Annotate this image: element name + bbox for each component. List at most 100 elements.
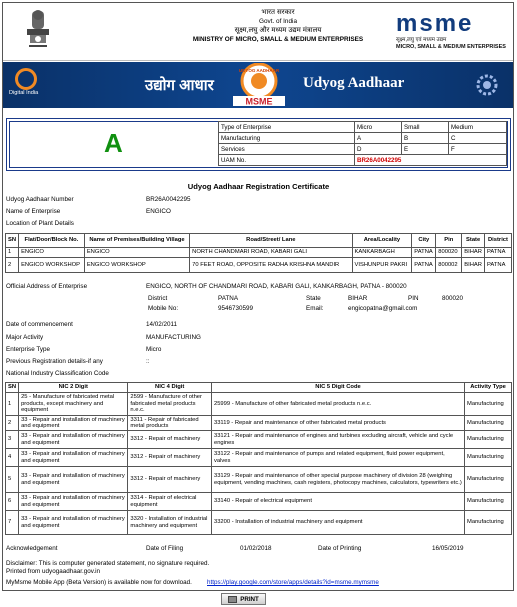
filing-label: Date of Filing [146,545,184,552]
cell: Manufacturing [464,448,512,467]
printing-value: 16/05/2019 [432,545,464,552]
msme-logo-icon: msme सूक्ष्म,लघु एवं मध्यम उद्यम MICRO, … [396,11,506,57]
cell: 1 [4,247,20,258]
cell: PATNA [483,247,513,258]
table-row: 1 ENGICO ENGICO NORTH CHANDMARI ROAD, KA… [4,247,513,258]
print-button[interactable]: PRINT [221,593,266,605]
cell: 33129 - Repair and maintenance of other … [210,466,466,493]
table-row: 2 ENGICO WORKSHOP ENGICO WORKSHOP 70 FEE… [4,257,513,273]
ministry-en: MINISTRY OF MICRO, SMALL & MEDIUM ENTERP… [192,36,364,43]
plant-table-header: SN Flat/Door/Block No. Name of Premises/… [4,233,513,248]
udyog-aadhaar-banner: Digital India उद्योग आधार UDYOG AADHAAR … [3,62,513,108]
cell: NORTH CHANDMARI ROAD, KABARI GALI [189,247,353,258]
district-value: PATNA [218,295,239,302]
digital-india-icon: Digital India [9,68,59,97]
uan-value: BR26A0042295 [146,196,191,203]
col-header: NIC 5 Digit Code [210,382,466,393]
cell: Manufacturing [464,430,512,449]
seal-top-text: UDYOG AADHAAR [239,68,280,73]
cell: 33 - Repair and installation of machiner… [18,448,129,467]
cell: Manufacturing [464,466,512,493]
cell: 33200 - Installation of industrial machi… [210,510,466,535]
cell: 3 [4,430,20,449]
enterprise-name-label: Name of Enterprise [6,208,61,215]
cell: 800020 [435,247,463,258]
table-row: 3 33 - Repair and installation of machin… [4,430,512,449]
msme-hindi: सूक्ष्म,लघु एवं मध्यम उद्यम [396,37,447,43]
print-button-label: PRINT [240,596,259,603]
ent-cell: B [401,132,449,144]
ent-cell: C [448,132,507,144]
udyog-aadhaar-seal-icon: UDYOG AADHAAR MSME [233,63,285,107]
cell: 25 - Manufacture of fabricated metal pro… [18,392,129,416]
commencement-label: Date of commencement [6,321,73,328]
cell: 33 - Repair and installation of machiner… [18,492,129,511]
ent-cell: Medium [448,121,507,133]
col-header: District [483,233,513,248]
enterprise-category-letter: A [104,128,123,158]
cell: ENGICO [83,247,191,258]
enterprise-type-value: Micro [146,346,162,353]
ent-cell: Micro [354,121,402,133]
cell: 33119 - Repair and maintenance of other … [210,415,466,431]
cell: 6 [4,492,20,511]
gov-en: Govt. of India [258,18,297,25]
table-row: 4 33 - Repair and installation of machin… [4,448,512,467]
ent-cell: A [354,132,402,144]
cell: 3320 - Installation of industrial machin… [127,510,212,535]
location-label: Location of Plant Details [6,220,74,227]
gov-hindi: भारत सरकार [261,9,295,16]
msme-en: MICRO, SMALL & MEDIUM ENTERPRISES [396,44,506,50]
nic-table: SN NIC 2 Digit NIC 4 Digit NIC 5 Digit C… [4,382,512,535]
cell: 33 - Repair and installation of machiner… [18,510,129,535]
table-row: 7 33 - Repair and installation of machin… [4,510,512,535]
cell: 3314 - Repair of electrical equipment [127,492,212,511]
acknowledgement-label: Acknowledgement [6,545,58,552]
col-header: NIC 4 Digit [127,382,212,393]
disclaimer: Disclaimer: This is computer generated s… [6,560,210,567]
digital-india-label: Digital India [9,90,39,96]
col-header: Activity Type [464,382,512,393]
app-download-link[interactable]: https://play.google.com/store/apps/detai… [207,579,379,587]
cell: Manufacturing [464,492,512,511]
ent-cell: Type of Enterprise [218,121,355,133]
cell: 1 [4,392,20,416]
state-value: BIHAR [348,295,368,302]
col-header: Pin [435,233,463,248]
official-address-value: ENGICO, NORTH OF CHANDMARI ROAD, KABARI … [146,283,407,290]
printed-from: Printed from udyogaadhaar.gov.in [6,568,101,575]
email-label: Email: [306,305,324,312]
enterprise-name-value: ENGICO [146,208,171,215]
msme-logo-text: msme [396,10,474,37]
seal-bottom-text: MSME [246,97,273,107]
uan-label: Udyog Aadhaar Number [6,196,74,203]
cell: VISHUNPUR PAKRI [351,257,413,273]
enterprise-type-table: Type of Enterprise Micro Small Medium Ma… [218,121,507,166]
enterprise-type-box: A Type of Enterprise Micro Small Medium … [6,118,511,171]
col-header: City [411,233,437,248]
cell: 2 [4,257,20,273]
cell: PATNA [483,257,513,273]
cell: 2 [4,415,20,431]
printer-icon [228,595,238,603]
ent-cell: Manufacturing [218,132,355,144]
commencement-value: 14/02/2011 [146,321,178,328]
ent-cell: Small [401,121,449,133]
previous-registration-label: Previous Registration details-if any [6,358,103,365]
cell: Manufacturing [464,415,512,431]
cell: ENGICO WORKSHOP [18,257,85,273]
ent-cell: D [354,143,402,155]
cell: 33 - Repair and installation of machiner… [18,466,129,493]
pin-value: 800020 [442,295,464,302]
email-value: engicopatna@gmail.com [348,305,418,312]
cell: 70 FEET ROAD, OPPOSITE RADHA KRISHNA MAN… [189,257,353,273]
plant-table: SN Flat/Door/Block No. Name of Premises/… [4,233,513,273]
cell: 33 - Repair and installation of machiner… [18,430,129,449]
cell: PATNA [411,257,437,273]
cell: PATNA [411,247,437,258]
cell: 33122 - Repair and maintenance of pumps … [210,448,466,467]
table-row: 1 25 - Manufacture of fabricated metal p… [4,392,512,416]
col-header: SN [4,233,20,248]
cell: Manufacturing [464,392,512,416]
uam-label: UAM No. [218,154,355,166]
